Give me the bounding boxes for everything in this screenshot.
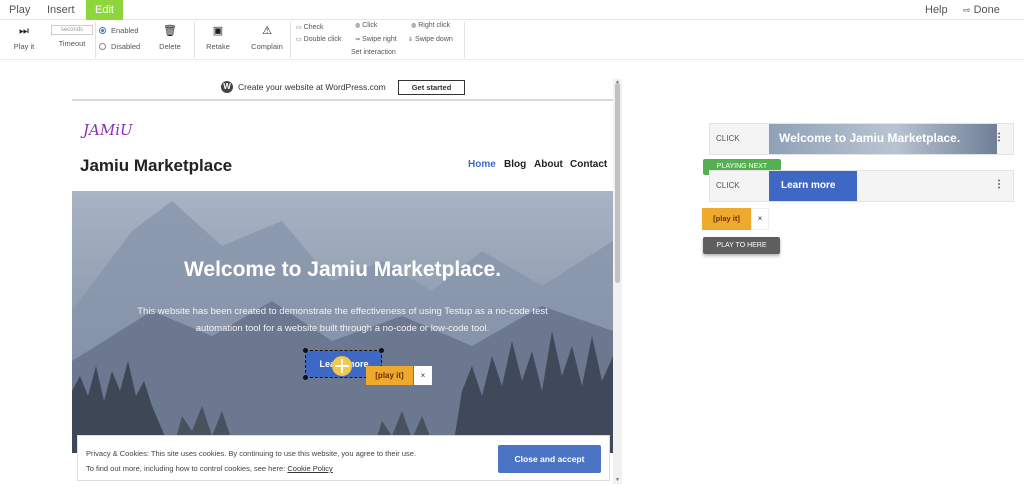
fast-forward-icon: ⏭: [19, 25, 29, 37]
done-label: Done: [973, 4, 1000, 16]
radio-unselected-icon: [99, 43, 106, 50]
delete-label: Delete: [159, 42, 181, 51]
scroll-down-icon[interactable]: ▼: [614, 477, 621, 483]
radio-selected-icon: [99, 27, 106, 34]
play-it-label: Play it: [13, 42, 35, 51]
swipe-down-label: Swipe down: [415, 36, 453, 43]
click-target-crosshair-icon[interactable]: [332, 356, 352, 376]
check-label: Check: [303, 24, 324, 31]
swipe-down-option[interactable]: ⇓ Swipe down: [408, 36, 453, 43]
right-click-label: Right click: [418, 22, 451, 29]
complain-label: Complain: [251, 42, 283, 51]
panel-play-it-button[interactable]: [play it]: [702, 208, 751, 230]
timeout-seconds-input[interactable]: seconds: [51, 25, 93, 35]
done-button[interactable]: ⇨ Done: [963, 0, 1000, 20]
swipe-right-option[interactable]: ⇒ Swipe right: [355, 36, 397, 43]
mouse-icon: ◍: [355, 23, 361, 29]
arrow-down-icon: ⇓: [408, 37, 414, 43]
step-menu-icon[interactable]: ⋮: [994, 179, 1004, 190]
nav-contact[interactable]: Contact: [570, 159, 607, 170]
overlay-play-it-button[interactable]: [play it]: [366, 366, 413, 385]
get-started-button[interactable]: Get started: [398, 80, 465, 95]
hero-title: Welcome to Jamiu Marketplace.: [183, 258, 502, 281]
website-viewport: W Create your website at WordPress.com G…: [72, 73, 622, 484]
double-click-option[interactable]: ▭ Double click: [296, 36, 341, 43]
site-logo[interactable]: JAMiU: [83, 121, 133, 139]
menu-bar: Play Insert Edit Help ⇨ Done: [0, 0, 1024, 20]
cookie-policy-link[interactable]: Cookie Policy: [287, 464, 332, 473]
play-it-button[interactable]: ⏭ Play it: [10, 24, 38, 51]
menu-insert[interactable]: Insert: [38, 0, 84, 20]
complain-button[interactable]: ⚠ Complain: [247, 24, 287, 51]
site-title[interactable]: Jamiu Marketplace: [80, 156, 232, 176]
toolbar-divider: [464, 22, 465, 58]
set-interaction-label: Set interaction: [351, 49, 396, 56]
retake-label: Retake: [206, 42, 230, 51]
menu-play[interactable]: Play: [0, 0, 39, 20]
trash-icon: 🗑: [163, 25, 177, 37]
wordpress-logo-icon: W: [221, 81, 233, 93]
delete-button[interactable]: 🗑 Delete: [155, 24, 185, 51]
check-icon: ▭: [296, 25, 302, 31]
viewport-scrollbar[interactable]: ▲ ▼: [613, 79, 622, 484]
nav-about[interactable]: About: [534, 159, 563, 170]
enabled-radio[interactable]: Enabled: [99, 26, 139, 35]
help-link[interactable]: Help: [925, 0, 948, 20]
click-label: Click: [362, 22, 378, 29]
menu-edit[interactable]: Edit: [86, 0, 123, 20]
wordpress-banner: W Create your website at WordPress.com G…: [72, 73, 613, 101]
disabled-radio[interactable]: Disabled: [99, 42, 140, 51]
timeout-label: Timeout: [58, 39, 86, 48]
nav-home[interactable]: Home: [468, 159, 496, 170]
step-thumbnail[interactable]: Welcome to Jamiu Marketplace.: [769, 124, 997, 154]
play-to-here-button[interactable]: PLAY TO HERE: [703, 237, 780, 254]
nav-blog[interactable]: Blog: [504, 159, 526, 170]
cookie-line1: Privacy & Cookies: This site uses cookie…: [86, 449, 417, 458]
hero-description: This website has been created to demonst…: [137, 306, 548, 334]
check-option[interactable]: ▭ Check: [296, 24, 324, 31]
click-option[interactable]: ◍ Click: [355, 22, 377, 29]
exit-icon: ⇨: [963, 5, 971, 15]
step-item[interactable]: CLICK Welcome to Jamiu Marketplace. ⋮: [709, 123, 1014, 155]
double-click-label: Double click: [303, 36, 342, 43]
toolbar-divider: [194, 22, 195, 58]
step-thumbnail-text: Welcome to Jamiu Marketplace.: [779, 131, 961, 145]
mouse-right-icon: ◍: [411, 23, 417, 29]
toolbar: ⏭ Play it seconds Timeout Enabled Disabl…: [0, 20, 1024, 60]
overlay-close-button[interactable]: ×: [414, 366, 432, 385]
step-action: CLICK: [716, 181, 740, 190]
toolbar-divider: [95, 22, 96, 58]
scroll-thumb[interactable]: [615, 83, 620, 283]
panel-close-button[interactable]: ×: [751, 208, 769, 230]
step-menu-icon[interactable]: ⋮: [994, 132, 1004, 143]
cookie-text: Privacy & Cookies: This site uses cookie…: [86, 446, 416, 476]
enabled-label: Enabled: [111, 26, 139, 35]
cookie-line2: To find out more, including how to contr…: [86, 464, 288, 473]
cookie-banner: Privacy & Cookies: This site uses cookie…: [77, 435, 610, 481]
right-click-option[interactable]: ◍ Right click: [411, 22, 450, 29]
retake-button[interactable]: ▣ Retake: [203, 24, 233, 51]
selection-handle[interactable]: [303, 348, 308, 353]
warning-icon: ⚠: [262, 25, 272, 37]
double-click-icon: ▭: [296, 37, 302, 43]
close-and-accept-button[interactable]: Close and accept: [498, 445, 601, 473]
image-icon: ▣: [212, 25, 224, 37]
step-thumbnail[interactable]: Learn more: [769, 171, 857, 201]
arrow-right-icon: ⇒: [355, 37, 361, 43]
step-thumbnail-text: Learn more: [781, 180, 836, 191]
hero-section: Welcome to Jamiu Marketplace. This websi…: [72, 191, 613, 453]
selection-handle[interactable]: [303, 375, 308, 380]
step-item[interactable]: CLICK Learn more ⋮: [709, 170, 1014, 202]
selection-handle[interactable]: [379, 348, 384, 353]
wordpress-banner-text: Create your website at WordPress.com: [238, 82, 386, 92]
step-action: CLICK: [716, 134, 740, 143]
toolbar-divider: [290, 22, 291, 58]
swipe-right-label: Swipe right: [362, 36, 397, 43]
disabled-label: Disabled: [111, 42, 141, 51]
